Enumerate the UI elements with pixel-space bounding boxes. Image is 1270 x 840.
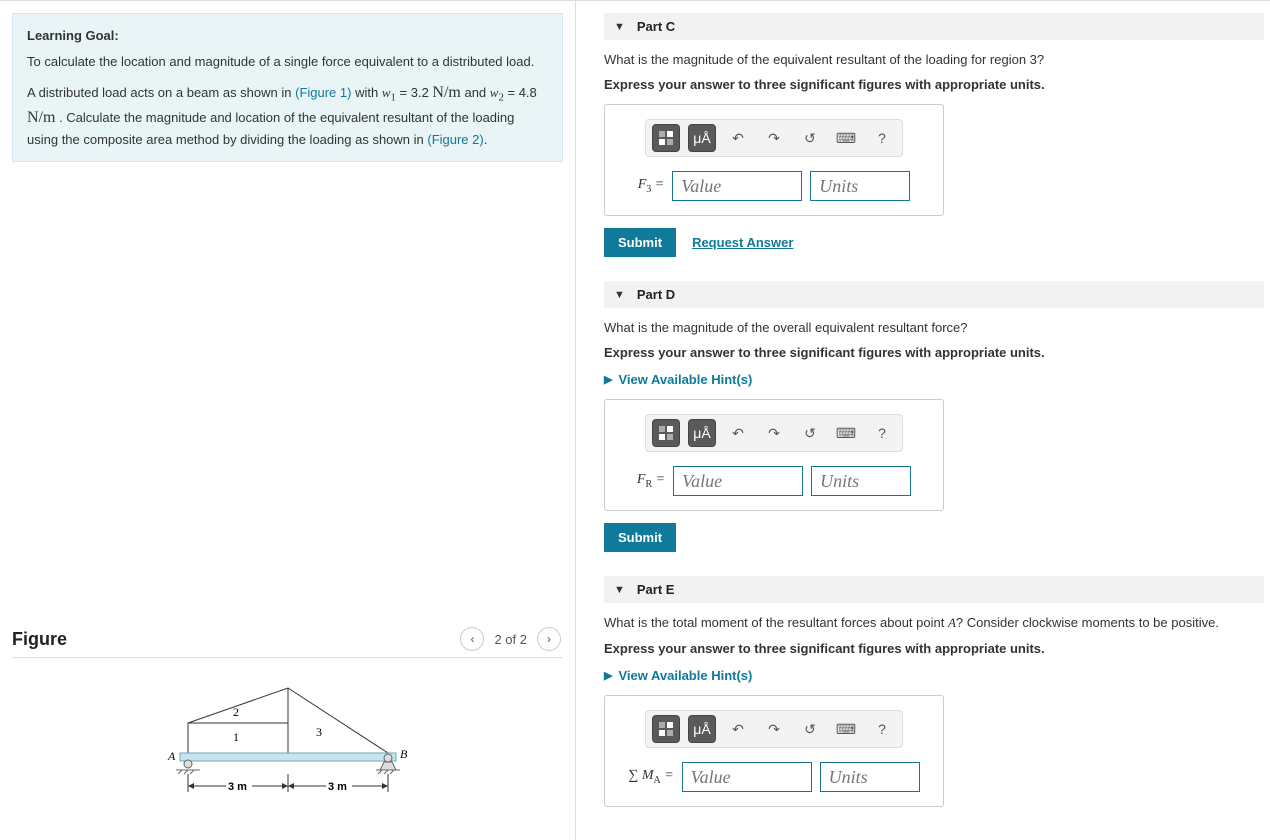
part-c-units-input[interactable] [810, 171, 910, 201]
keyboard-icon[interactable]: ⌨ [832, 419, 860, 447]
part-d-submit-button[interactable]: Submit [604, 523, 676, 552]
part-d-units-input[interactable] [811, 466, 911, 496]
undo-icon[interactable]: ↶ [724, 715, 752, 743]
learning-goal-text: A distributed load acts on a beam as sho… [27, 81, 548, 149]
learning-goal-heading: Learning Goal: [27, 26, 548, 46]
keyboard-icon[interactable]: ⌨ [832, 124, 860, 152]
part-d-answer-box: μÅ ↶ ↷ ↺ ⌨ ? FR = [604, 399, 944, 511]
figure-prev-button[interactable]: ‹ [460, 627, 484, 651]
units-button[interactable]: μÅ [688, 715, 716, 743]
reset-icon[interactable]: ↺ [796, 715, 824, 743]
svg-text:3: 3 [316, 725, 322, 739]
keyboard-icon[interactable]: ⌨ [832, 715, 860, 743]
part-e-instruction: Express your answer to three significant… [604, 641, 1264, 656]
help-icon[interactable]: ? [868, 124, 896, 152]
svg-text:A: A [167, 749, 176, 763]
beam-diagram: 1 2 3 A B [148, 678, 428, 828]
part-c-header[interactable]: ▼ Part C [604, 13, 1264, 40]
part-c-value-input[interactable] [672, 171, 802, 201]
figure-next-button[interactable]: › [537, 627, 561, 651]
part-c-answer-box: μÅ ↶ ↷ ↺ ⌨ ? F3 = [604, 104, 944, 216]
part-e-question: What is the total moment of the resultan… [604, 615, 1264, 631]
figure-title: Figure [12, 629, 67, 650]
svg-text:2: 2 [233, 705, 239, 719]
svg-text:1: 1 [233, 730, 239, 744]
svg-text:B: B [400, 747, 408, 761]
part-e-title: Part E [637, 582, 675, 597]
part-c-request-answer-link[interactable]: Request Answer [692, 235, 793, 250]
learning-goal-objective: To calculate the location and magnitude … [27, 52, 548, 72]
reset-icon[interactable]: ↺ [796, 124, 824, 152]
part-c-var-label: F3 = [638, 177, 665, 195]
part-c-submit-button[interactable]: Submit [604, 228, 676, 257]
part-e-units-input[interactable] [820, 762, 920, 792]
part-d-hints-link[interactable]: ▶ View Available Hint(s) [604, 372, 1264, 387]
units-button[interactable]: μÅ [688, 124, 716, 152]
part-d-instruction: Express your answer to three significant… [604, 345, 1264, 360]
part-d-var-label: FR = [637, 472, 665, 490]
caret-down-icon: ▼ [614, 584, 625, 596]
redo-icon[interactable]: ↷ [760, 124, 788, 152]
templates-icon[interactable] [652, 124, 680, 152]
reset-icon[interactable]: ↺ [796, 419, 824, 447]
part-e-hints-link[interactable]: ▶ View Available Hint(s) [604, 668, 1264, 683]
svg-text:3 m: 3 m [228, 781, 247, 793]
figure-1-link[interactable]: (Figure 1) [295, 85, 351, 100]
part-e-answer-box: μÅ ↶ ↷ ↺ ⌨ ? ∑ MA = [604, 695, 944, 807]
learning-goal-box: Learning Goal: To calculate the location… [12, 13, 563, 162]
part-e-var-label: ∑ MA = [628, 768, 673, 786]
part-d-value-input[interactable] [673, 466, 803, 496]
caret-right-icon: ▶ [604, 669, 612, 682]
caret-right-icon: ▶ [604, 373, 612, 386]
help-icon[interactable]: ? [868, 715, 896, 743]
caret-down-icon: ▼ [614, 21, 625, 33]
part-d-header[interactable]: ▼ Part D [604, 281, 1264, 308]
part-c-question: What is the magnitude of the equivalent … [604, 52, 1264, 67]
part-c-instruction: Express your answer to three significant… [604, 77, 1264, 92]
help-icon[interactable]: ? [868, 419, 896, 447]
units-button[interactable]: μÅ [688, 419, 716, 447]
figure-counter: 2 of 2 [494, 632, 527, 647]
undo-icon[interactable]: ↶ [724, 419, 752, 447]
part-c-title: Part C [637, 19, 675, 34]
templates-icon[interactable] [652, 419, 680, 447]
redo-icon[interactable]: ↷ [760, 715, 788, 743]
undo-icon[interactable]: ↶ [724, 124, 752, 152]
part-d-title: Part D [637, 287, 675, 302]
caret-down-icon: ▼ [614, 289, 625, 301]
templates-icon[interactable] [652, 715, 680, 743]
figure-2-link[interactable]: (Figure 2) [427, 132, 483, 147]
part-e-value-input[interactable] [682, 762, 812, 792]
redo-icon[interactable]: ↷ [760, 419, 788, 447]
part-d-question: What is the magnitude of the overall equ… [604, 320, 1264, 335]
svg-text:3 m: 3 m [328, 781, 347, 793]
part-e-header[interactable]: ▼ Part E [604, 576, 1264, 603]
